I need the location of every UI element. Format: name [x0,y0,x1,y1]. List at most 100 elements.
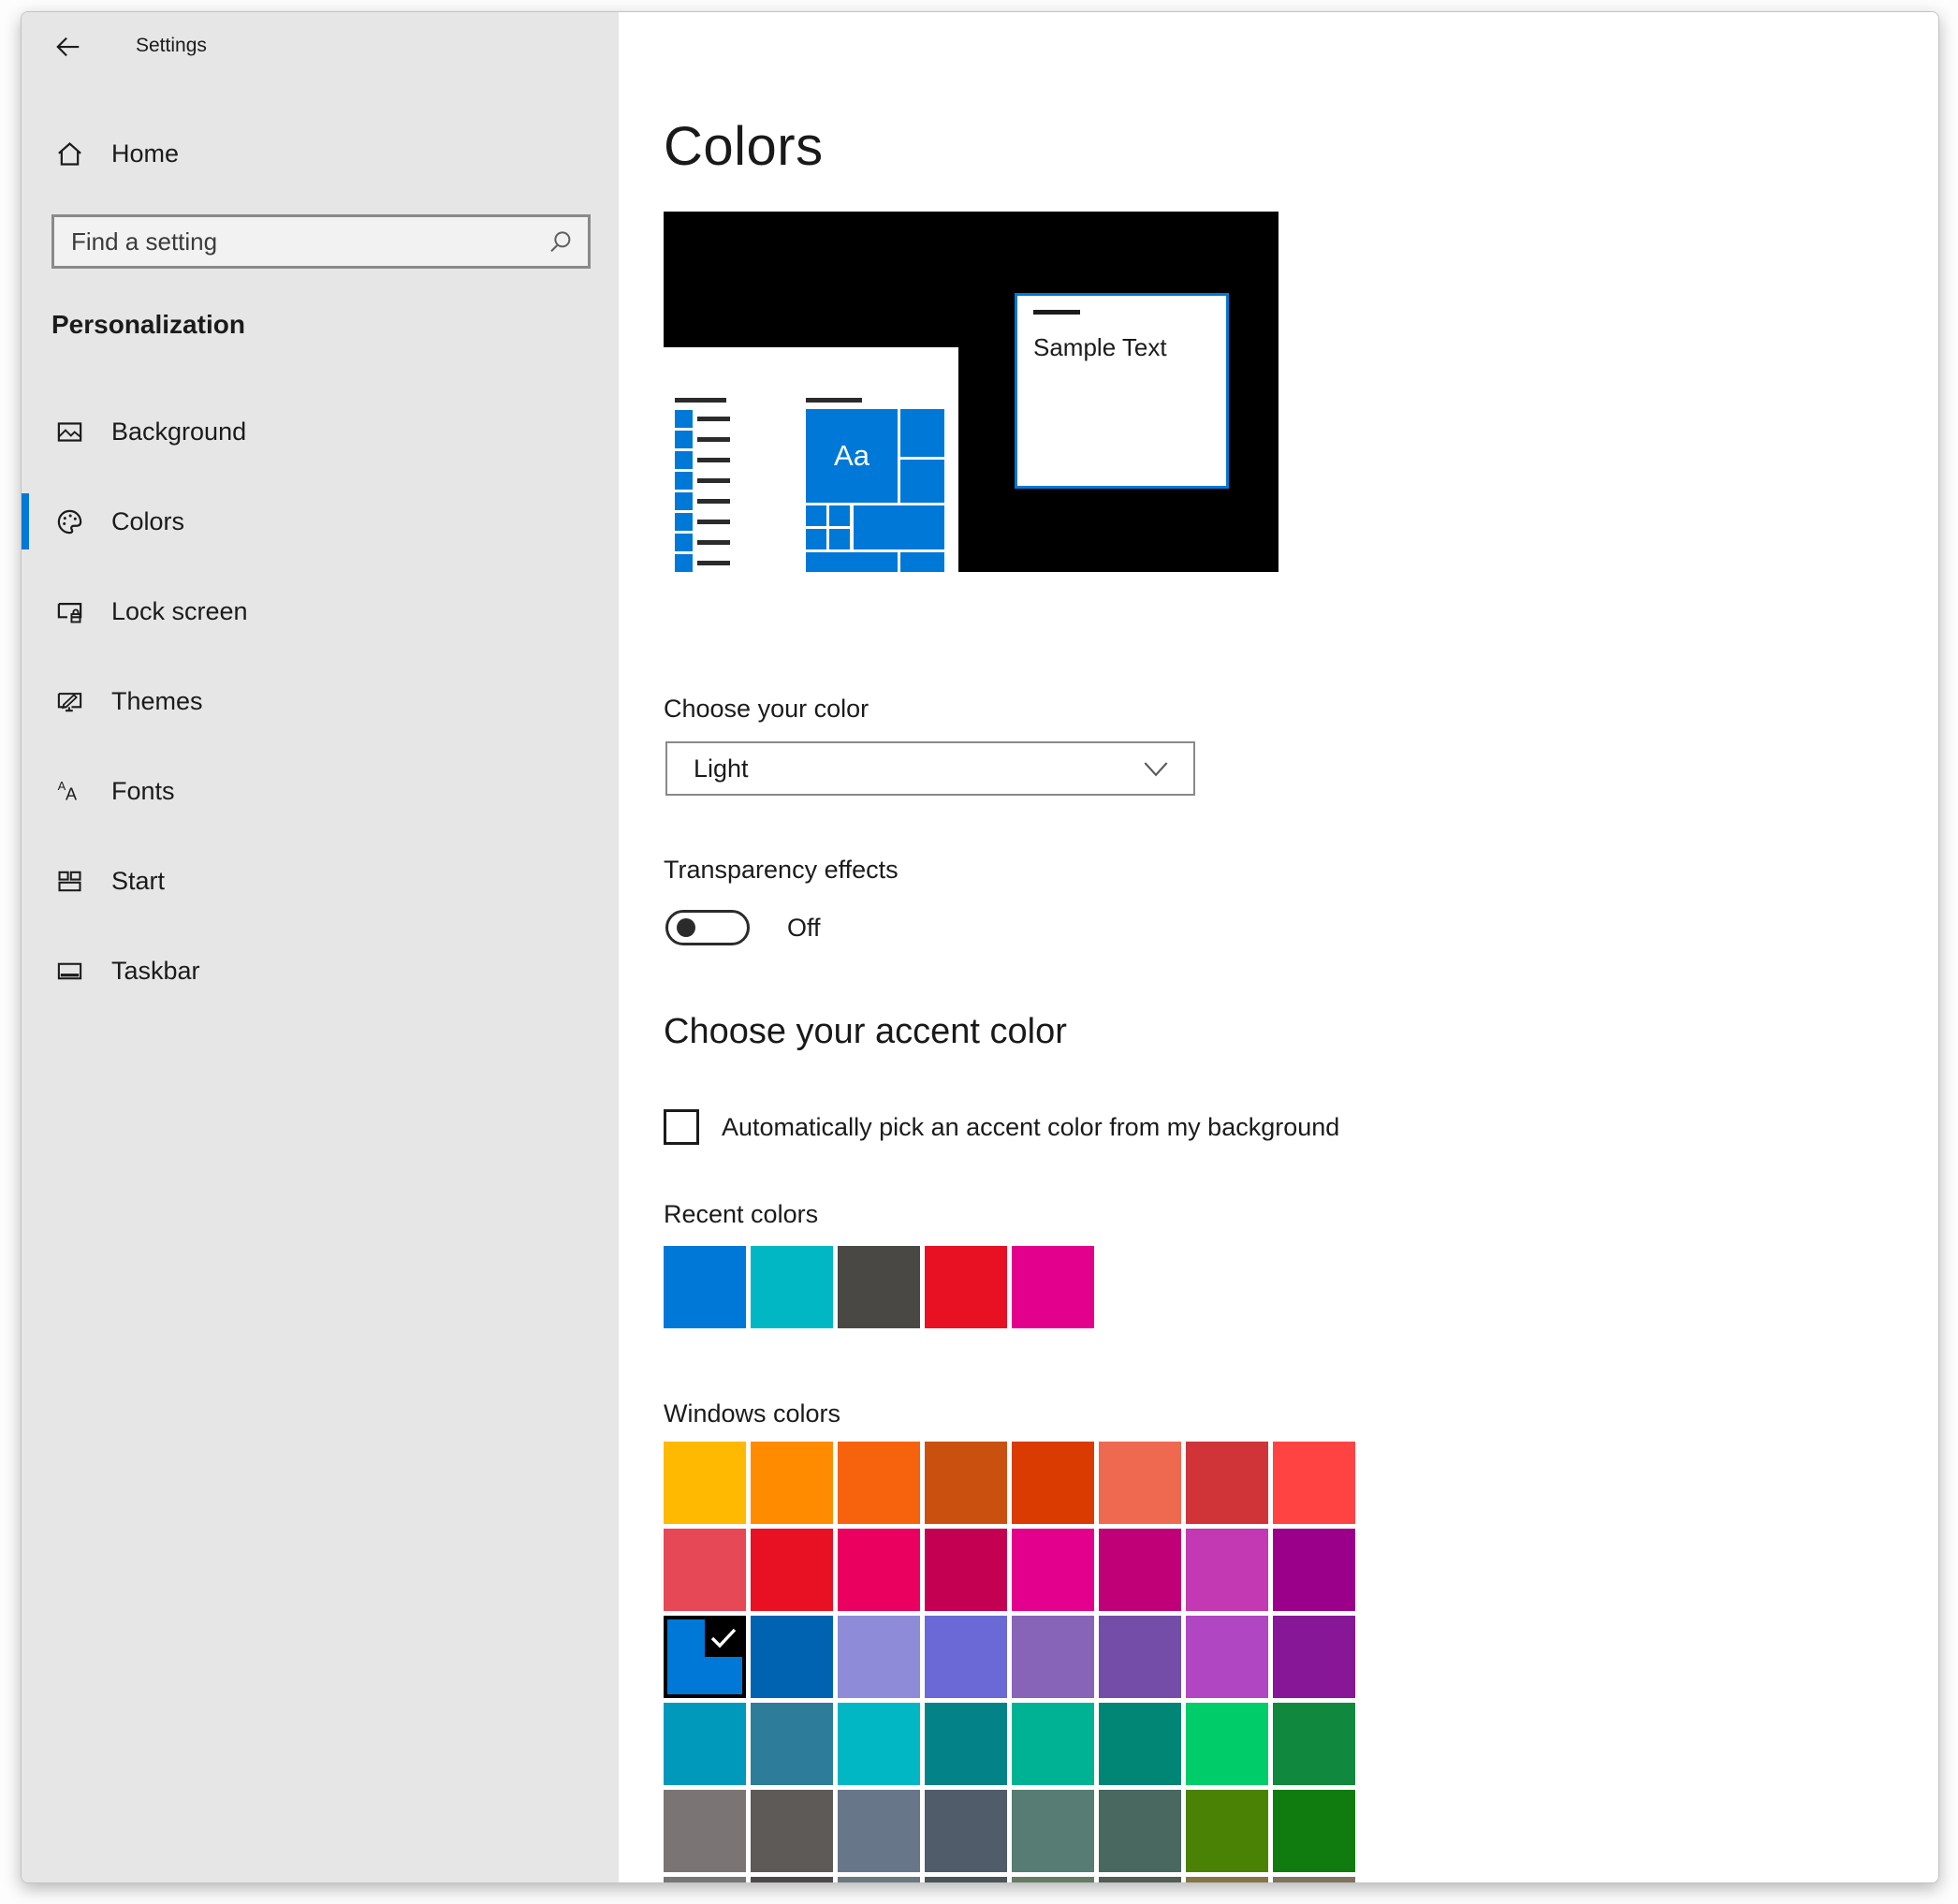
mini-tile [900,552,944,572]
recent-color-swatch[interactable] [925,1246,1007,1328]
selected-indicator [22,493,29,549]
back-arrow-icon [52,33,84,61]
windows-color-swatch[interactable] [664,1703,746,1785]
sidebar-item-themes[interactable]: Themes [22,673,619,729]
windows-color-swatch[interactable] [1273,1703,1355,1785]
windows-color-swatch[interactable] [925,1616,1007,1698]
windows-color-swatch[interactable] [838,1703,920,1785]
windows-color-swatch[interactable] [925,1529,1007,1611]
sample-tile: Aa [806,409,898,503]
recent-color-swatch[interactable] [1012,1246,1094,1328]
windows-color-swatch[interactable] [838,1877,920,1883]
windows-color-swatch[interactable] [1012,1703,1094,1785]
sidebar-item-fonts[interactable]: Fonts [22,763,619,819]
windows-color-swatch[interactable] [1012,1616,1094,1698]
themes-icon [55,687,84,716]
windows-color-swatch[interactable] [751,1616,833,1698]
auto-accent-row: Automatically pick an accent color from … [664,1109,1339,1145]
windows-color-swatch[interactable] [1186,1616,1268,1698]
sample-window: Sample Text [1015,293,1229,489]
windows-color-swatch[interactable] [1012,1442,1094,1524]
selected-corner [705,1619,742,1657]
search-icon[interactable] [547,228,575,256]
windows-color-swatch[interactable] [664,1529,746,1611]
sidebar-item-label: Taskbar [111,957,200,986]
windows-color-swatch[interactable] [664,1442,746,1524]
search-box[interactable] [51,214,591,269]
windows-colors-row [664,1790,1355,1872]
colors-icon [55,507,84,536]
mini-tile [806,552,898,572]
windows-color-swatch[interactable] [751,1529,833,1611]
transparency-toggle[interactable] [665,910,750,945]
search-input[interactable] [54,217,522,266]
mini-menu-icon-column [675,410,693,572]
sidebar-item-lock-screen[interactable]: Lock screen [22,583,619,639]
windows-color-swatch[interactable] [751,1790,833,1872]
toggle-knob [677,918,695,937]
windows-color-swatch[interactable] [1099,1877,1181,1883]
windows-color-swatch[interactable] [1012,1529,1094,1611]
windows-color-swatch[interactable] [925,1442,1007,1524]
color-mode-dropdown[interactable]: Light [665,741,1195,796]
recent-colors-row [664,1246,1094,1328]
windows-colors-row [664,1442,1355,1524]
sidebar-section-heading: Personalization [51,310,245,340]
start-icon [55,867,84,896]
windows-colors-row [664,1877,1355,1883]
background-icon [55,417,84,447]
windows-color-swatch[interactable] [925,1790,1007,1872]
windows-color-swatch[interactable] [1273,1877,1355,1883]
sidebar-item-home[interactable]: Home [22,125,619,182]
windows-color-swatch[interactable] [1273,1790,1355,1872]
windows-color-swatch[interactable] [751,1442,833,1524]
windows-color-swatch[interactable] [1186,1529,1268,1611]
recent-color-swatch[interactable] [838,1246,920,1328]
sidebar-item-start[interactable]: Start [22,853,619,909]
windows-color-swatch[interactable] [925,1877,1007,1883]
windows-color-swatch[interactable] [1099,1529,1181,1611]
windows-color-swatch[interactable] [1273,1442,1355,1524]
recent-color-swatch[interactable] [751,1246,833,1328]
sidebar-item-colors[interactable]: Colors [22,493,619,549]
windows-color-swatch[interactable] [838,1616,920,1698]
lock-screen-icon [55,597,84,626]
windows-color-swatch-selected[interactable] [664,1616,746,1698]
windows-color-swatch[interactable] [751,1877,833,1883]
windows-color-swatch[interactable] [1186,1442,1268,1524]
sidebar-item-background[interactable]: Background [22,403,619,460]
choose-color-label: Choose your color [664,695,869,724]
windows-color-swatch[interactable] [838,1529,920,1611]
windows-color-swatch[interactable] [1273,1529,1355,1611]
app-title: Settings [136,35,207,57]
toggle-state-label: Off [787,914,821,943]
windows-color-swatch[interactable] [1099,1616,1181,1698]
windows-color-swatch[interactable] [1012,1790,1094,1872]
windows-color-swatch[interactable] [1099,1703,1181,1785]
back-button[interactable] [50,31,87,65]
windows-color-swatch[interactable] [664,1790,746,1872]
sidebar: Settings Home Personalization Background… [22,12,619,1882]
windows-color-swatch[interactable] [838,1790,920,1872]
windows-color-swatch[interactable] [838,1442,920,1524]
windows-color-swatch[interactable] [664,1877,746,1883]
windows-colors-grid [664,1442,1355,1883]
sidebar-item-taskbar[interactable]: Taskbar [22,943,619,999]
sidebar-item-label: Home [111,139,179,168]
windows-color-swatch[interactable] [1186,1877,1268,1883]
windows-color-swatch[interactable] [1273,1616,1355,1698]
windows-color-swatch[interactable] [1099,1442,1181,1524]
windows-color-swatch[interactable] [1186,1790,1268,1872]
windows-color-swatch[interactable] [751,1703,833,1785]
windows-color-swatch[interactable] [1099,1790,1181,1872]
mini-tile [854,505,944,549]
auto-accent-checkbox[interactable] [664,1109,699,1145]
theme-preview: Aa Sample Text [664,212,1279,572]
windows-color-swatch[interactable] [925,1703,1007,1785]
windows-color-swatch[interactable] [1012,1877,1094,1883]
windows-color-swatch[interactable] [1186,1703,1268,1785]
recent-color-swatch[interactable] [664,1246,746,1328]
windows-colors-row [664,1703,1355,1785]
color-mode-value: Light [694,743,749,794]
sidebar-item-label: Lock screen [111,597,248,626]
